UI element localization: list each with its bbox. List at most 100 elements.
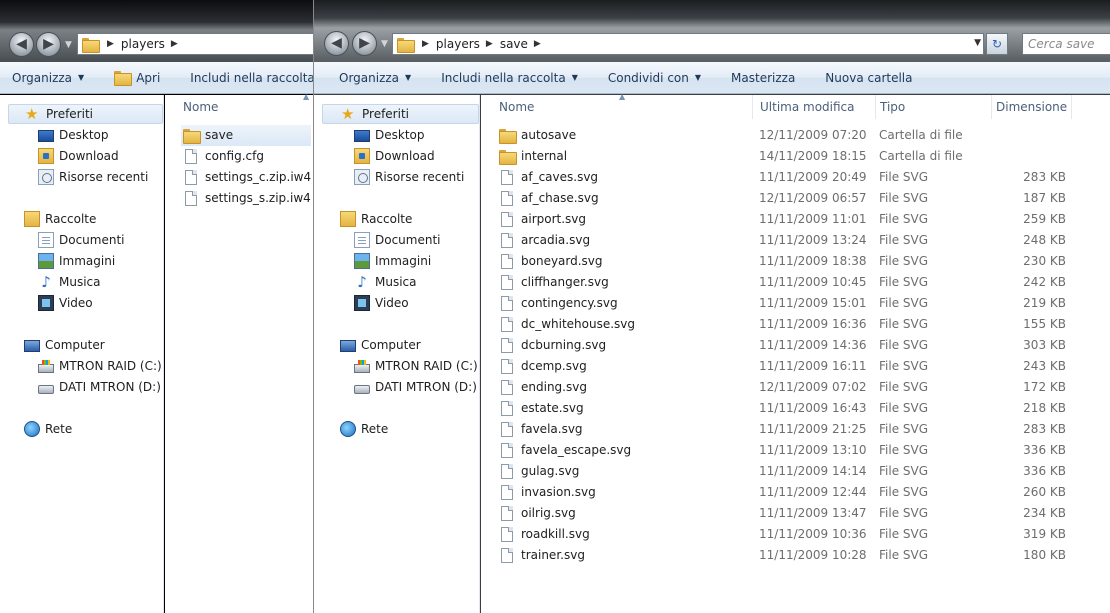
- toolbar-includi-nella-raccolta-button[interactable]: Includi nella raccolta▼: [190, 71, 317, 85]
- file-row[interactable]: estate.svg 11/11/2009 16:43 File SVG 218 KB: [481, 398, 1110, 419]
- nav-item-drive-c[interactable]: MTRON RAID (C:): [38, 356, 162, 376]
- toolbar-masterizza-button[interactable]: Masterizza: [731, 71, 795, 85]
- address-history-dropdown-icon[interactable]: ▼: [974, 38, 981, 48]
- breadcrumb-save[interactable]: save: [500, 37, 528, 51]
- file-name-cell[interactable]: contingency.svg: [497, 293, 747, 314]
- file-name-cell[interactable]: settings_s.zip.iw4: [181, 188, 311, 209]
- file-name-cell[interactable]: estate.svg: [497, 398, 747, 419]
- file-name-cell[interactable]: ending.svg: [497, 377, 747, 398]
- file-row[interactable]: dcburning.svg 11/11/2009 14:36 File SVG 303…: [481, 335, 1110, 356]
- nav-item-desktop[interactable]: Desktop: [354, 125, 425, 145]
- nav-item-network[interactable]: Rete: [24, 419, 72, 439]
- file-name-cell[interactable]: internal: [497, 146, 747, 167]
- nav-item-libraries[interactable]: Raccolte: [340, 209, 412, 229]
- file-row[interactable]: af_chase.svg 12/11/2009 06:57 File SVG 187 …: [481, 188, 1110, 209]
- nav-item-video[interactable]: Video: [38, 293, 93, 313]
- column-header-modified[interactable]: Ultima modifica: [756, 95, 876, 119]
- nav-item-drive-d[interactable]: DATI MTRON (D:): [354, 377, 477, 397]
- file-row[interactable]: internal 14/11/2009 18:15 Cartella di file: [481, 146, 1110, 167]
- file-row[interactable]: arcadia.svg 11/11/2009 13:24 File SVG 248 K…: [481, 230, 1110, 251]
- file-row[interactable]: roadkill.svg 11/11/2009 10:36 File SVG 319 …: [481, 524, 1110, 545]
- nav-item-music[interactable]: ♪ Musica: [38, 272, 100, 292]
- file-row[interactable]: favela.svg 11/11/2009 21:25 File SVG 283 KB: [481, 419, 1110, 440]
- file-row[interactable]: dc_whitehouse.svg 11/11/2009 16:36 File SV…: [481, 314, 1110, 335]
- file-name-cell[interactable]: dcburning.svg: [497, 335, 747, 356]
- file-name-cell[interactable]: favela_escape.svg: [497, 440, 747, 461]
- toolbar-nuova-cartella-button[interactable]: Nuova cartella: [825, 71, 912, 85]
- file-name-cell[interactable]: favela.svg: [497, 419, 747, 440]
- file-name-cell[interactable]: config.cfg: [181, 146, 311, 167]
- nav-item-drive-d[interactable]: DATI MTRON (D:): [38, 377, 161, 397]
- file-name-cell[interactable]: boneyard.svg: [497, 251, 747, 272]
- nav-item-download[interactable]: Download: [38, 146, 119, 166]
- file-name-cell[interactable]: roadkill.svg: [497, 524, 747, 545]
- file-row[interactable]: ending.svg 12/11/2009 07:02 File SVG 172 KB: [481, 377, 1110, 398]
- file-name-cell[interactable]: airport.svg: [497, 209, 747, 230]
- file-name-cell[interactable]: cliffhanger.svg: [497, 272, 747, 293]
- file-row[interactable]: gulag.svg 11/11/2009 14:14 File SVG 336 KB: [481, 461, 1110, 482]
- toolbar-apri-button[interactable]: Apri: [114, 70, 160, 86]
- file-name-cell[interactable]: oilrig.svg: [497, 503, 747, 524]
- nav-item-desktop[interactable]: Desktop: [38, 125, 109, 145]
- column-header-name[interactable]: Nome: [179, 95, 317, 119]
- file-row[interactable]: save: [165, 125, 317, 146]
- toolbar-organizza-button[interactable]: Organizza ▼: [339, 71, 411, 85]
- nav-item-favorites[interactable]: ★ Preferiti: [322, 104, 479, 124]
- recent-pages-dropdown-icon[interactable]: ▼: [381, 39, 388, 49]
- file-row[interactable]: config.cfg: [165, 146, 317, 167]
- nav-item-documents[interactable]: Documenti: [354, 230, 441, 250]
- file-row[interactable]: settings_c.zip.iw4: [165, 167, 317, 188]
- file-name-cell[interactable]: af_caves.svg: [497, 167, 747, 188]
- file-row[interactable]: autosave 12/11/2009 07:20 Cartella di file: [481, 125, 1110, 146]
- refresh-button[interactable]: ↻: [986, 33, 1008, 55]
- breadcrumb-chevron-icon[interactable]: ▶: [422, 39, 429, 49]
- file-name-cell[interactable]: arcadia.svg: [497, 230, 747, 251]
- left-address-bar[interactable]: ▶ players ▶: [77, 33, 317, 55]
- file-row[interactable]: dcemp.svg 11/11/2009 16:11 File SVG 243 KB: [481, 356, 1110, 377]
- nav-item-images[interactable]: Immagini: [38, 251, 115, 271]
- file-row[interactable]: contingency.svg 11/11/2009 15:01 File SVG 2…: [481, 293, 1110, 314]
- file-row[interactable]: airport.svg 11/11/2009 11:01 File SVG 259 K…: [481, 209, 1110, 230]
- toolbar-includi-nella-raccolta-button[interactable]: Includi nella raccolta▼: [441, 71, 578, 85]
- toolbar-condividi-con-button[interactable]: Condividi con ▼: [608, 71, 701, 85]
- file-row[interactable]: favela_escape.svg 11/11/2009 13:10 File SV…: [481, 440, 1110, 461]
- column-header-type[interactable]: Tipo: [876, 95, 992, 119]
- nav-item-drive-c[interactable]: MTRON RAID (C:): [354, 356, 478, 376]
- nav-item-recent[interactable]: Risorse recenti: [354, 167, 464, 187]
- breadcrumb-chevron-icon[interactable]: ▶: [171, 39, 178, 49]
- file-row[interactable]: cliffhanger.svg 11/11/2009 10:45 File SVG 2…: [481, 272, 1110, 293]
- toolbar-organizza-button[interactable]: Organizza ▼: [12, 71, 84, 85]
- recent-pages-dropdown-icon[interactable]: ▼: [65, 40, 72, 50]
- breadcrumb-chevron-icon[interactable]: ▶: [534, 39, 541, 49]
- nav-item-computer[interactable]: Computer: [24, 335, 105, 355]
- nav-item-libraries[interactable]: Raccolte: [24, 209, 96, 229]
- file-row[interactable]: settings_s.zip.iw4: [165, 188, 317, 209]
- search-input[interactable]: Cerca save: [1022, 33, 1110, 55]
- breadcrumb-players[interactable]: players: [121, 37, 165, 51]
- file-name-cell[interactable]: dcemp.svg: [497, 356, 747, 377]
- column-header-size[interactable]: Dimensione: [992, 95, 1072, 119]
- breadcrumb-chevron-icon[interactable]: ▶: [486, 39, 493, 49]
- nav-item-computer[interactable]: Computer: [340, 335, 421, 355]
- nav-item-network[interactable]: Rete: [340, 419, 388, 439]
- nav-item-favorites[interactable]: ★ Preferiti: [8, 104, 163, 124]
- file-name-cell[interactable]: invasion.svg: [497, 482, 747, 503]
- nav-item-video[interactable]: Video: [354, 293, 409, 313]
- file-row[interactable]: invasion.svg 11/11/2009 12:44 File SVG 260 …: [481, 482, 1110, 503]
- forward-button[interactable]: ▶: [352, 31, 377, 56]
- nav-item-recent[interactable]: Risorse recenti: [38, 167, 148, 187]
- file-row[interactable]: af_caves.svg 11/11/2009 20:49 File SVG 283 …: [481, 167, 1110, 188]
- forward-button[interactable]: ▶: [36, 32, 61, 57]
- file-name-cell[interactable]: save: [181, 125, 311, 146]
- file-name-cell[interactable]: gulag.svg: [497, 461, 747, 482]
- file-name-cell[interactable]: settings_c.zip.iw4: [181, 167, 311, 188]
- file-row[interactable]: oilrig.svg 11/11/2009 13:47 File SVG 234 KB: [481, 503, 1110, 524]
- file-name-cell[interactable]: autosave: [497, 125, 747, 146]
- file-row[interactable]: boneyard.svg 11/11/2009 18:38 File SVG 230 …: [481, 251, 1110, 272]
- nav-item-documents[interactable]: Documenti: [38, 230, 125, 250]
- nav-item-images[interactable]: Immagini: [354, 251, 431, 271]
- file-row[interactable]: trainer.svg 11/11/2009 10:28 File SVG 180 K…: [481, 545, 1110, 566]
- right-address-bar[interactable]: ▶ players ▶ save ▶ ▼: [392, 33, 984, 55]
- nav-item-music[interactable]: ♪ Musica: [354, 272, 416, 292]
- breadcrumb-players[interactable]: players: [436, 37, 480, 51]
